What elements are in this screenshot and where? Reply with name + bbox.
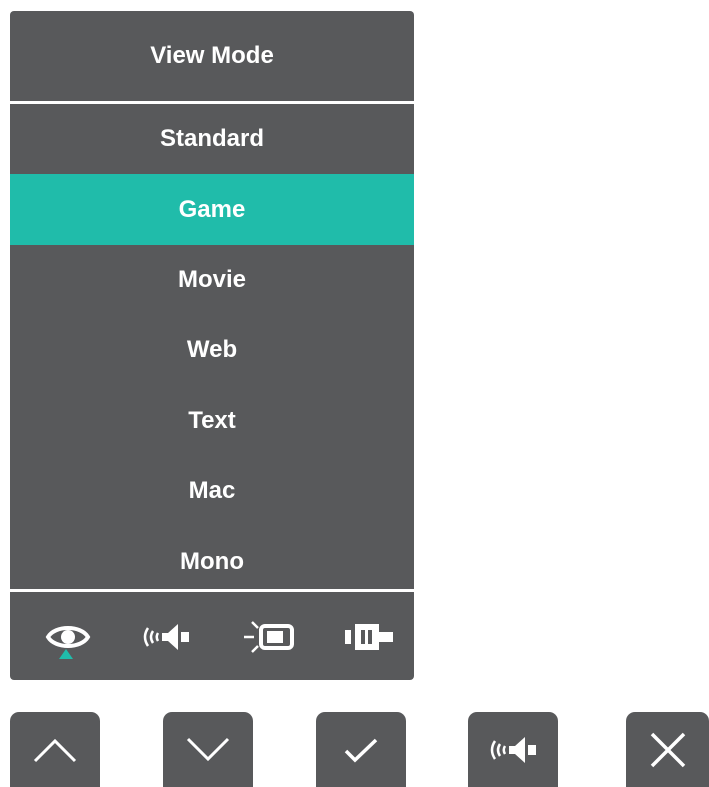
tab-input[interactable] xyxy=(330,592,410,680)
menu-item-standard[interactable]: Standard xyxy=(10,104,414,174)
osd-menu-panel: View Mode Standard Game Movie Web Text M… xyxy=(10,11,414,680)
menu-item-game[interactable]: Game xyxy=(10,174,414,245)
up-button[interactable] xyxy=(10,712,100,787)
menu-item-movie[interactable]: Movie xyxy=(10,245,414,315)
menu-item-web[interactable]: Web xyxy=(10,315,414,385)
down-button[interactable] xyxy=(163,712,253,787)
active-tab-indicator xyxy=(59,649,73,659)
speaker-icon xyxy=(490,736,536,763)
audio-button[interactable] xyxy=(468,712,558,787)
confirm-button[interactable] xyxy=(316,712,406,787)
menu-title: View Mode xyxy=(150,42,274,69)
speaker-icon xyxy=(143,624,189,650)
menu-item-text[interactable]: Text xyxy=(10,386,414,456)
tab-audio[interactable] xyxy=(126,592,206,680)
menu-item-mono[interactable]: Mono xyxy=(10,526,414,596)
view-mode-list: Standard Game Movie Web Text Mac Mono xyxy=(10,104,414,597)
checkmark-icon xyxy=(344,738,378,762)
chevron-up-icon xyxy=(33,738,77,762)
backlight-icon xyxy=(244,621,294,653)
category-tabbar xyxy=(10,592,414,680)
close-icon xyxy=(650,732,685,767)
chevron-down-icon xyxy=(186,737,230,761)
close-button[interactable] xyxy=(626,712,709,787)
menu-item-mac[interactable]: Mac xyxy=(10,456,414,526)
eye-icon xyxy=(45,626,91,648)
tab-backlight[interactable] xyxy=(230,592,310,680)
input-connector-icon xyxy=(345,624,393,650)
tab-view-mode[interactable] xyxy=(28,592,108,680)
